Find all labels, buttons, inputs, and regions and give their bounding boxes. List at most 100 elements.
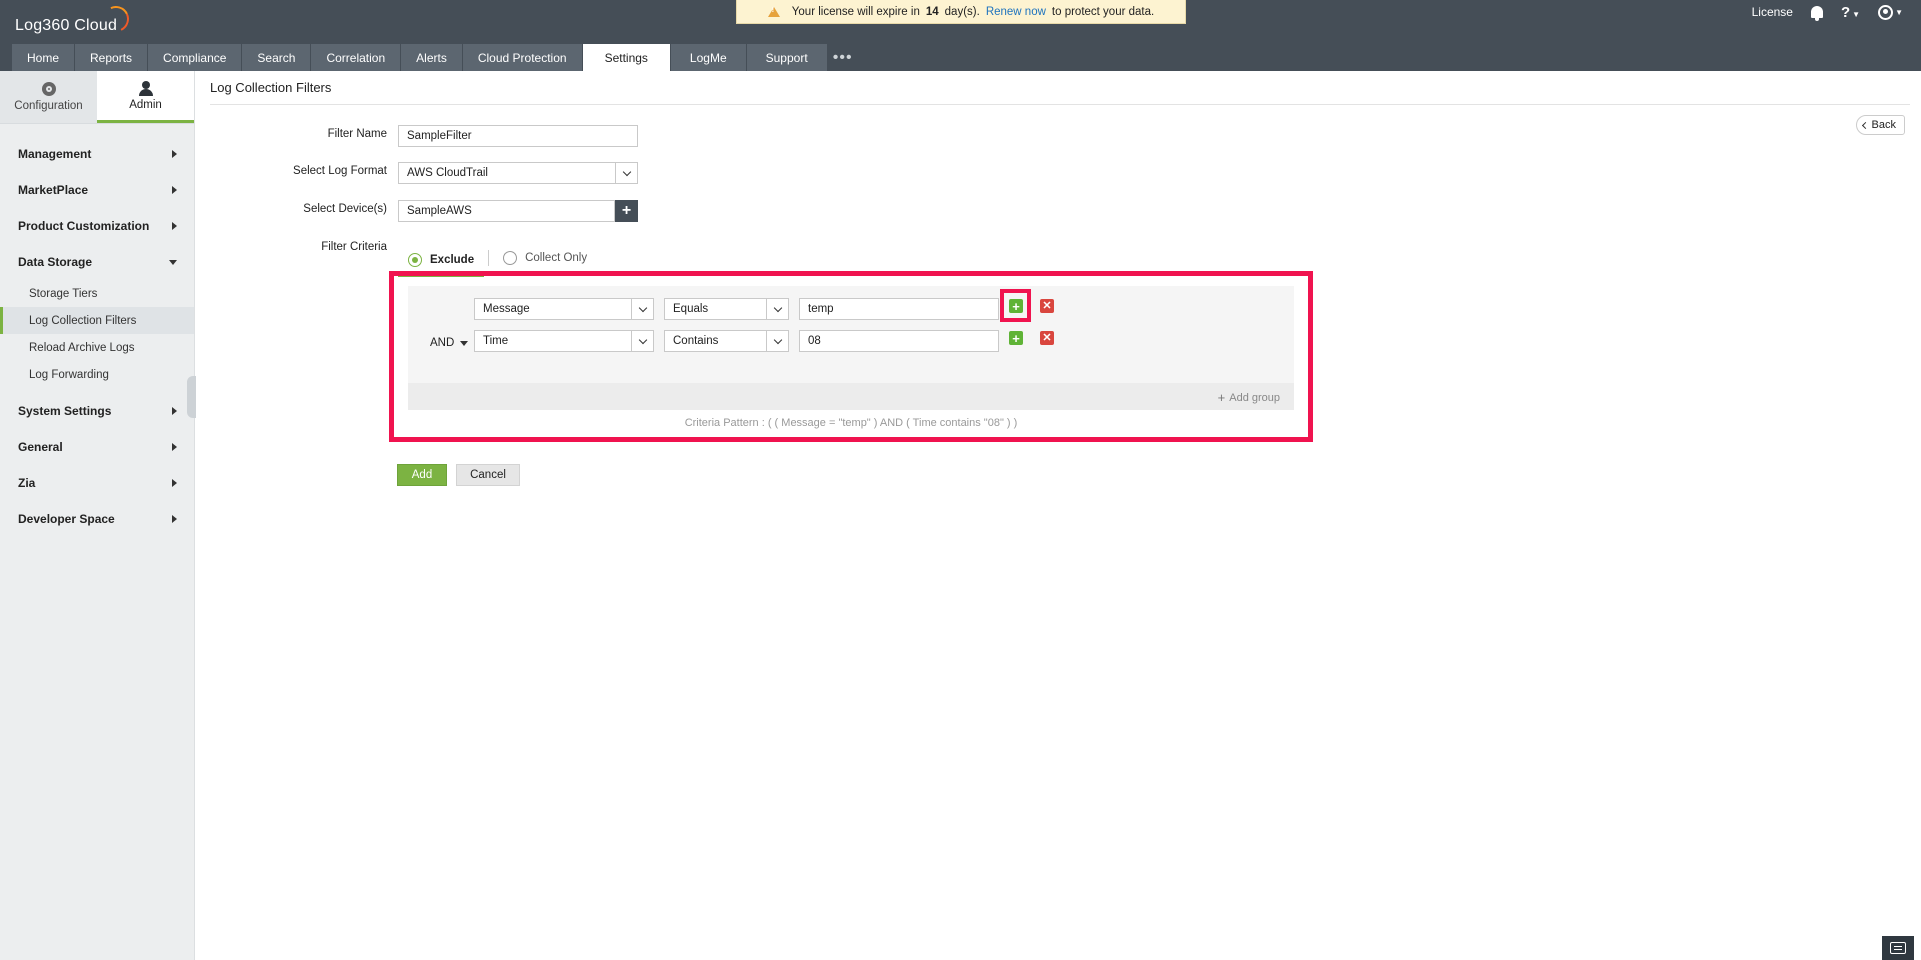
dropdown-toggle[interactable]	[615, 163, 637, 183]
tab-support[interactable]: Support	[746, 44, 828, 71]
dropdown-toggle[interactable]	[766, 331, 788, 351]
renew-now-link[interactable]: Renew now	[986, 6, 1046, 18]
tab-logme[interactable]: LogMe	[670, 44, 747, 71]
sidebar-item-label: Developer Space	[18, 512, 115, 526]
sidebar-item-data-storage[interactable]: Data Storage	[0, 244, 194, 280]
log-format-value: AWS CloudTrail	[407, 167, 488, 179]
criteria-field-select[interactable]: Message	[474, 298, 654, 320]
collect-only-label: Collect Only	[525, 252, 588, 264]
sidebar-item-label: Data Storage	[18, 255, 93, 269]
cancel-button[interactable]: Cancel	[456, 464, 520, 486]
sidebar-item-label: Management	[18, 147, 92, 161]
collect-only-option[interactable]: Collect Only	[493, 247, 597, 269]
top-header: Log360 Cloud Your license will expire in…	[0, 0, 1921, 71]
sidebar-item-system-settings[interactable]: System Settings	[0, 393, 194, 429]
configuration-label: Configuration	[14, 100, 83, 112]
field-value: Message	[483, 303, 530, 315]
criteria-value-input[interactable]: 08	[799, 330, 999, 352]
more-tabs-icon[interactable]: •••	[828, 44, 858, 71]
sidebar-item-general[interactable]: General	[0, 429, 194, 465]
log-format-select[interactable]: AWS CloudTrail	[398, 162, 638, 184]
dropdown-toggle[interactable]	[631, 331, 653, 351]
sidebar-item-marketplace[interactable]: MarketPlace	[0, 172, 194, 208]
left-sidebar: Configuration Admin Management MarketPla…	[0, 71, 196, 960]
help-menu[interactable]: ? ▼	[1841, 4, 1860, 21]
sidebar-item-reload-archive-logs[interactable]: Reload Archive Logs	[0, 334, 194, 361]
tab-home[interactable]: Home	[12, 44, 76, 71]
criteria-builder: AND Message Equals temp + ✕ Time Contain…	[389, 271, 1313, 442]
tab-settings[interactable]: Settings	[582, 44, 671, 71]
add-button[interactable]: Add	[397, 464, 447, 486]
sidebar-item-label: MarketPlace	[18, 183, 89, 197]
sidebar-item-management[interactable]: Management	[0, 136, 194, 172]
delete-criteria-button[interactable]: ✕	[1040, 331, 1054, 345]
caret-down-icon	[460, 340, 469, 346]
chevron-down-icon	[622, 167, 631, 176]
admin-switch[interactable]: Admin	[97, 71, 194, 123]
caret-down-icon: ▼	[1852, 9, 1861, 19]
sidebar-item-label: Zia	[18, 476, 36, 490]
back-button[interactable]: Back	[1855, 115, 1905, 135]
add-group-label: Add group	[1229, 391, 1280, 404]
configuration-switch[interactable]: Configuration	[0, 71, 97, 123]
page-title: Log Collection Filters	[210, 80, 332, 95]
sidebar-item-storage-tiers[interactable]: Storage Tiers	[0, 280, 194, 307]
tab-correlation[interactable]: Correlation	[311, 44, 402, 71]
chat-button[interactable]	[1882, 936, 1914, 960]
expand-arrow-icon	[172, 407, 177, 415]
sidebar-item-developer-space[interactable]: Developer Space	[0, 501, 194, 537]
sidebar-item-label: Product Customization	[18, 219, 150, 233]
license-link[interactable]: License	[1752, 5, 1793, 19]
filter-criteria-label: Filter Criteria	[321, 241, 387, 253]
condition-value: Equals	[673, 303, 709, 315]
tab-search[interactable]: Search	[242, 44, 312, 71]
filter-name-input[interactable]: SampleFilter	[398, 125, 638, 147]
warning-icon	[767, 6, 780, 17]
dropdown-toggle[interactable]	[766, 299, 788, 319]
user-avatar-icon	[1878, 4, 1894, 20]
admin-user-icon	[138, 80, 153, 96]
license-days: 14	[925, 5, 939, 18]
sidebar-item-log-collection-filters[interactable]: Log Collection Filters	[0, 307, 194, 334]
tab-compliance[interactable]: Compliance	[148, 44, 243, 71]
add-group-bar: + Add group	[408, 383, 1294, 410]
devices-input[interactable]: SampleAWS	[398, 200, 615, 222]
title-divider	[210, 104, 1910, 105]
bell-icon[interactable]	[1810, 6, 1823, 21]
radio-unselected-icon	[503, 251, 518, 265]
sidebar-item-label: General	[18, 440, 63, 454]
radio-selected-icon	[408, 253, 422, 267]
delete-criteria-button[interactable]: ✕	[1040, 299, 1054, 313]
add-group-button[interactable]: + Add group	[1218, 390, 1280, 405]
expand-arrow-icon	[172, 186, 177, 194]
sidebar-item-label: System Settings	[18, 404, 112, 418]
sidebar-menu: Management MarketPlace Product Customiza…	[0, 124, 194, 537]
sidebar-item-product-customization[interactable]: Product Customization	[0, 208, 194, 244]
license-text-middle: day(s).	[944, 5, 980, 18]
chat-icon	[1890, 942, 1906, 954]
tab-alerts[interactable]: Alerts	[401, 44, 463, 71]
logical-operator-select[interactable]: AND	[430, 337, 469, 349]
tab-reports[interactable]: Reports	[75, 44, 149, 71]
criteria-field-select[interactable]: Time	[474, 330, 654, 352]
add-criteria-button[interactable]: +	[1009, 299, 1023, 313]
chevron-down-icon	[773, 303, 782, 312]
dropdown-toggle[interactable]	[631, 299, 653, 319]
license-text-suffix: to protect your data.	[1051, 5, 1155, 18]
add-criteria-button[interactable]: +	[1009, 331, 1023, 345]
chevron-left-icon	[1861, 121, 1869, 129]
operator-label: AND	[430, 337, 455, 349]
add-device-button[interactable]: +	[615, 200, 638, 222]
sidebar-item-zia[interactable]: Zia	[0, 465, 194, 501]
criteria-condition-select[interactable]: Equals	[664, 298, 789, 320]
expand-arrow-icon	[172, 515, 177, 523]
user-menu[interactable]: ▼	[1878, 4, 1903, 20]
collapse-arrow-icon	[169, 259, 177, 265]
criteria-condition-select[interactable]: Contains	[664, 330, 789, 352]
plus-icon: +	[1217, 390, 1226, 405]
main-nav-tabs: Home Reports Compliance Search Correlati…	[12, 44, 858, 71]
criteria-value-input[interactable]: temp	[799, 298, 999, 320]
sidebar-switch: Configuration Admin	[0, 71, 194, 124]
tab-cloud-protection[interactable]: Cloud Protection	[462, 44, 583, 71]
sidebar-item-log-forwarding[interactable]: Log Forwarding	[0, 361, 194, 388]
